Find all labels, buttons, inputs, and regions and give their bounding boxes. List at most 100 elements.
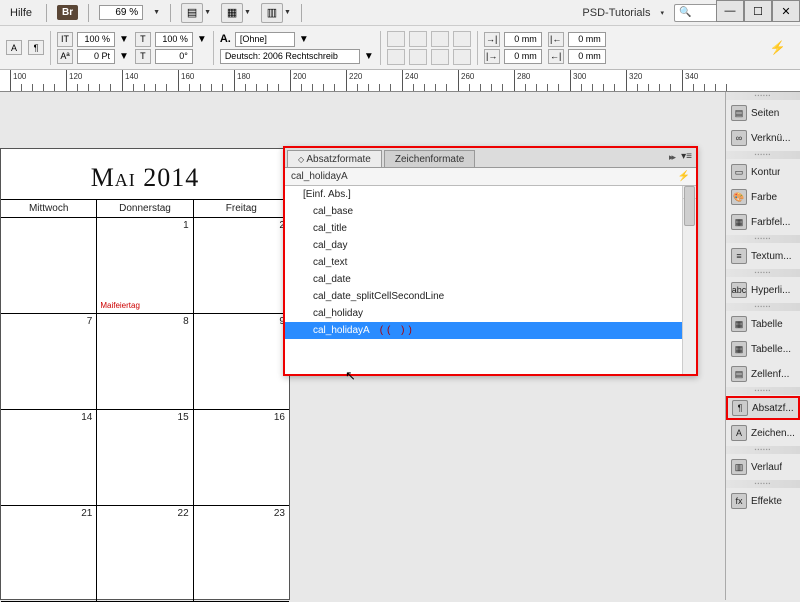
window-controls: — ☐ ✕ (716, 0, 800, 22)
tab-paragraph-styles[interactable]: ◇ Absatzformate (287, 150, 382, 167)
quick-apply-icon[interactable]: ⚡ (770, 40, 786, 56)
close-button[interactable]: ✕ (772, 0, 800, 22)
panel-filter[interactable]: cal_holidayA ⚡ (285, 168, 696, 186)
justify-right-button[interactable] (431, 49, 449, 65)
style-item[interactable]: [Einf. Abs.] (285, 186, 696, 203)
dock-label: Verknü... (751, 133, 790, 144)
style-item[interactable]: cal_base (285, 203, 696, 220)
dock-item[interactable]: ▭Kontur (726, 160, 800, 184)
horizontal-ruler: 100120140160180200220240260280300320340 (0, 70, 800, 92)
dock-item[interactable]: ¶Absatzf... (726, 396, 800, 420)
panel-menu-icon[interactable]: ▾≡ (681, 151, 692, 162)
align-left-button[interactable] (387, 31, 405, 47)
style-item[interactable]: cal_title (285, 220, 696, 237)
bridge-badge[interactable]: Br (57, 5, 78, 20)
dock-item[interactable]: ▦Farbfel... (726, 210, 800, 234)
dock-label: Zellenf... (751, 369, 789, 380)
dock-item[interactable]: ▤Zellenf... (726, 362, 800, 386)
scroll-thumb[interactable] (684, 186, 695, 226)
justify-left-button[interactable] (387, 49, 405, 65)
tab-character-styles[interactable]: Zeichenformate (384, 150, 475, 167)
calendar-cell[interactable]: 16 (194, 410, 289, 505)
calendar-cell[interactable]: 7 (1, 314, 97, 409)
style-item[interactable]: cal_day (285, 237, 696, 254)
screen-mode-button[interactable]: ▤ (181, 3, 203, 23)
dock-label: Verlauf (751, 462, 782, 473)
style-list: [Einf. Abs.]cal_basecal_titlecal_daycal_… (285, 186, 696, 374)
dock-item[interactable]: AZeichen... (726, 421, 800, 445)
panel-collapse-icon[interactable]: ▸▸ (669, 152, 674, 163)
dock-icon: ¶ (732, 400, 748, 416)
calendar-cell[interactable]: 9 (194, 314, 289, 409)
style-item[interactable]: cal_holidayA(( )) (285, 322, 696, 339)
calendar-cell[interactable]: 22 (97, 506, 193, 601)
justify-all-button[interactable] (453, 49, 471, 65)
charstyle-icon: A. (220, 33, 231, 45)
style-item[interactable]: cal_date_splitCellSecondLine (285, 288, 696, 305)
dock-label: Hyperli... (751, 285, 790, 296)
calendar-cell[interactable]: 2 (194, 218, 289, 313)
language-field[interactable]: Deutsch: 2006 Rechtschreib (220, 49, 360, 64)
arrange-button[interactable]: ▥ (261, 3, 283, 23)
calendar-cell[interactable]: 21 (1, 506, 97, 601)
dock-item[interactable]: ≡Textum... (726, 244, 800, 268)
dock-item[interactable]: fxEffekte (726, 489, 800, 513)
minimize-button[interactable]: — (716, 0, 744, 22)
chevron-down-icon[interactable]: ▼ (153, 9, 160, 16)
day-header: Donnerstag (97, 200, 193, 217)
dock-item[interactable]: ▤Seiten (726, 101, 800, 125)
dock-icon: ▦ (731, 214, 747, 230)
panel-scrollbar[interactable]: ▲ (682, 186, 696, 374)
zoom-field[interactable]: 69 % (99, 5, 143, 20)
skew-field[interactable]: 0° (155, 49, 193, 64)
calendar-cell[interactable] (1, 218, 97, 313)
justify-center-button[interactable] (409, 49, 427, 65)
menu-help[interactable]: Hilfe (6, 5, 36, 21)
dock-label: Seiten (751, 108, 779, 119)
dock-icon: abc (731, 282, 747, 298)
align-center-button[interactable] (409, 31, 427, 47)
paragraph-icon[interactable]: ¶ (28, 40, 44, 55)
vscale-field[interactable]: 100 % (155, 32, 193, 47)
calendar-cell[interactable]: 14 (1, 410, 97, 505)
indent-left-field[interactable]: 0 mm (504, 32, 542, 47)
hscale-field[interactable]: 100 % (77, 32, 115, 47)
dock-label: Farbe (751, 192, 777, 203)
calendar-cell[interactable]: 8 (97, 314, 193, 409)
view-options-button[interactable]: ▦ (221, 3, 243, 23)
calendar-cell[interactable]: 23 (194, 506, 289, 601)
dock-icon: A (731, 425, 747, 441)
baseline-field[interactable]: 0 Pt (77, 49, 115, 64)
character-icon[interactable]: A (6, 40, 22, 55)
dock-icon: 🎨 (731, 189, 747, 205)
dock-item[interactable]: ▦ Tabelle (726, 312, 800, 336)
dock-item[interactable]: abc Hyperli... (726, 278, 800, 302)
justify-button[interactable] (453, 31, 471, 47)
calendar-title: Mai 2014 (1, 149, 289, 199)
dock-label: Kontur (751, 167, 780, 178)
dock-item[interactable]: ▥Verlauf (726, 455, 800, 479)
indent-right-field[interactable]: 0 mm (568, 32, 606, 47)
firstline-field[interactable]: 0 mm (504, 49, 542, 64)
lastline-field[interactable]: 0 mm (568, 49, 606, 64)
tutorials-link[interactable]: PSD-Tutorials (582, 7, 650, 19)
calendar-cell[interactable]: 1Maifeiertag (97, 218, 193, 313)
menubar: Hilfe Br 69 % ▼ ▤▼ ▦▼ ▥▼ PSD-Tutorials ▾… (0, 0, 800, 26)
control-strip: A ¶ IT100 %▼ Aª0 Pt▼ T100 %▼ T0° A.[Ohne… (0, 26, 800, 70)
dock-icon: ▦ (731, 316, 747, 332)
charstyle-field[interactable]: [Ohne] (235, 32, 295, 47)
paragraph-styles-panel: ◇ Absatzformate Zeichenformate ▸▸ ▾≡ cal… (283, 146, 698, 376)
maximize-button[interactable]: ☐ (744, 0, 772, 22)
style-item[interactable]: cal_date (285, 271, 696, 288)
calendar-cell[interactable]: 15 (97, 410, 193, 505)
quick-apply-bolt-icon[interactable]: ⚡ (678, 171, 690, 182)
style-item[interactable]: cal_holiday (285, 305, 696, 322)
dock-item[interactable]: ▦Tabelle... (726, 337, 800, 361)
dock-icon: ▦ (731, 341, 747, 357)
dock-item[interactable]: 🎨 Farbe (726, 185, 800, 209)
dock-label: Tabelle (751, 319, 783, 330)
style-item[interactable]: cal_text (285, 254, 696, 271)
dock-label: Textum... (751, 251, 792, 262)
dock-item[interactable]: ∞Verknü... (726, 126, 800, 150)
align-right-button[interactable] (431, 31, 449, 47)
